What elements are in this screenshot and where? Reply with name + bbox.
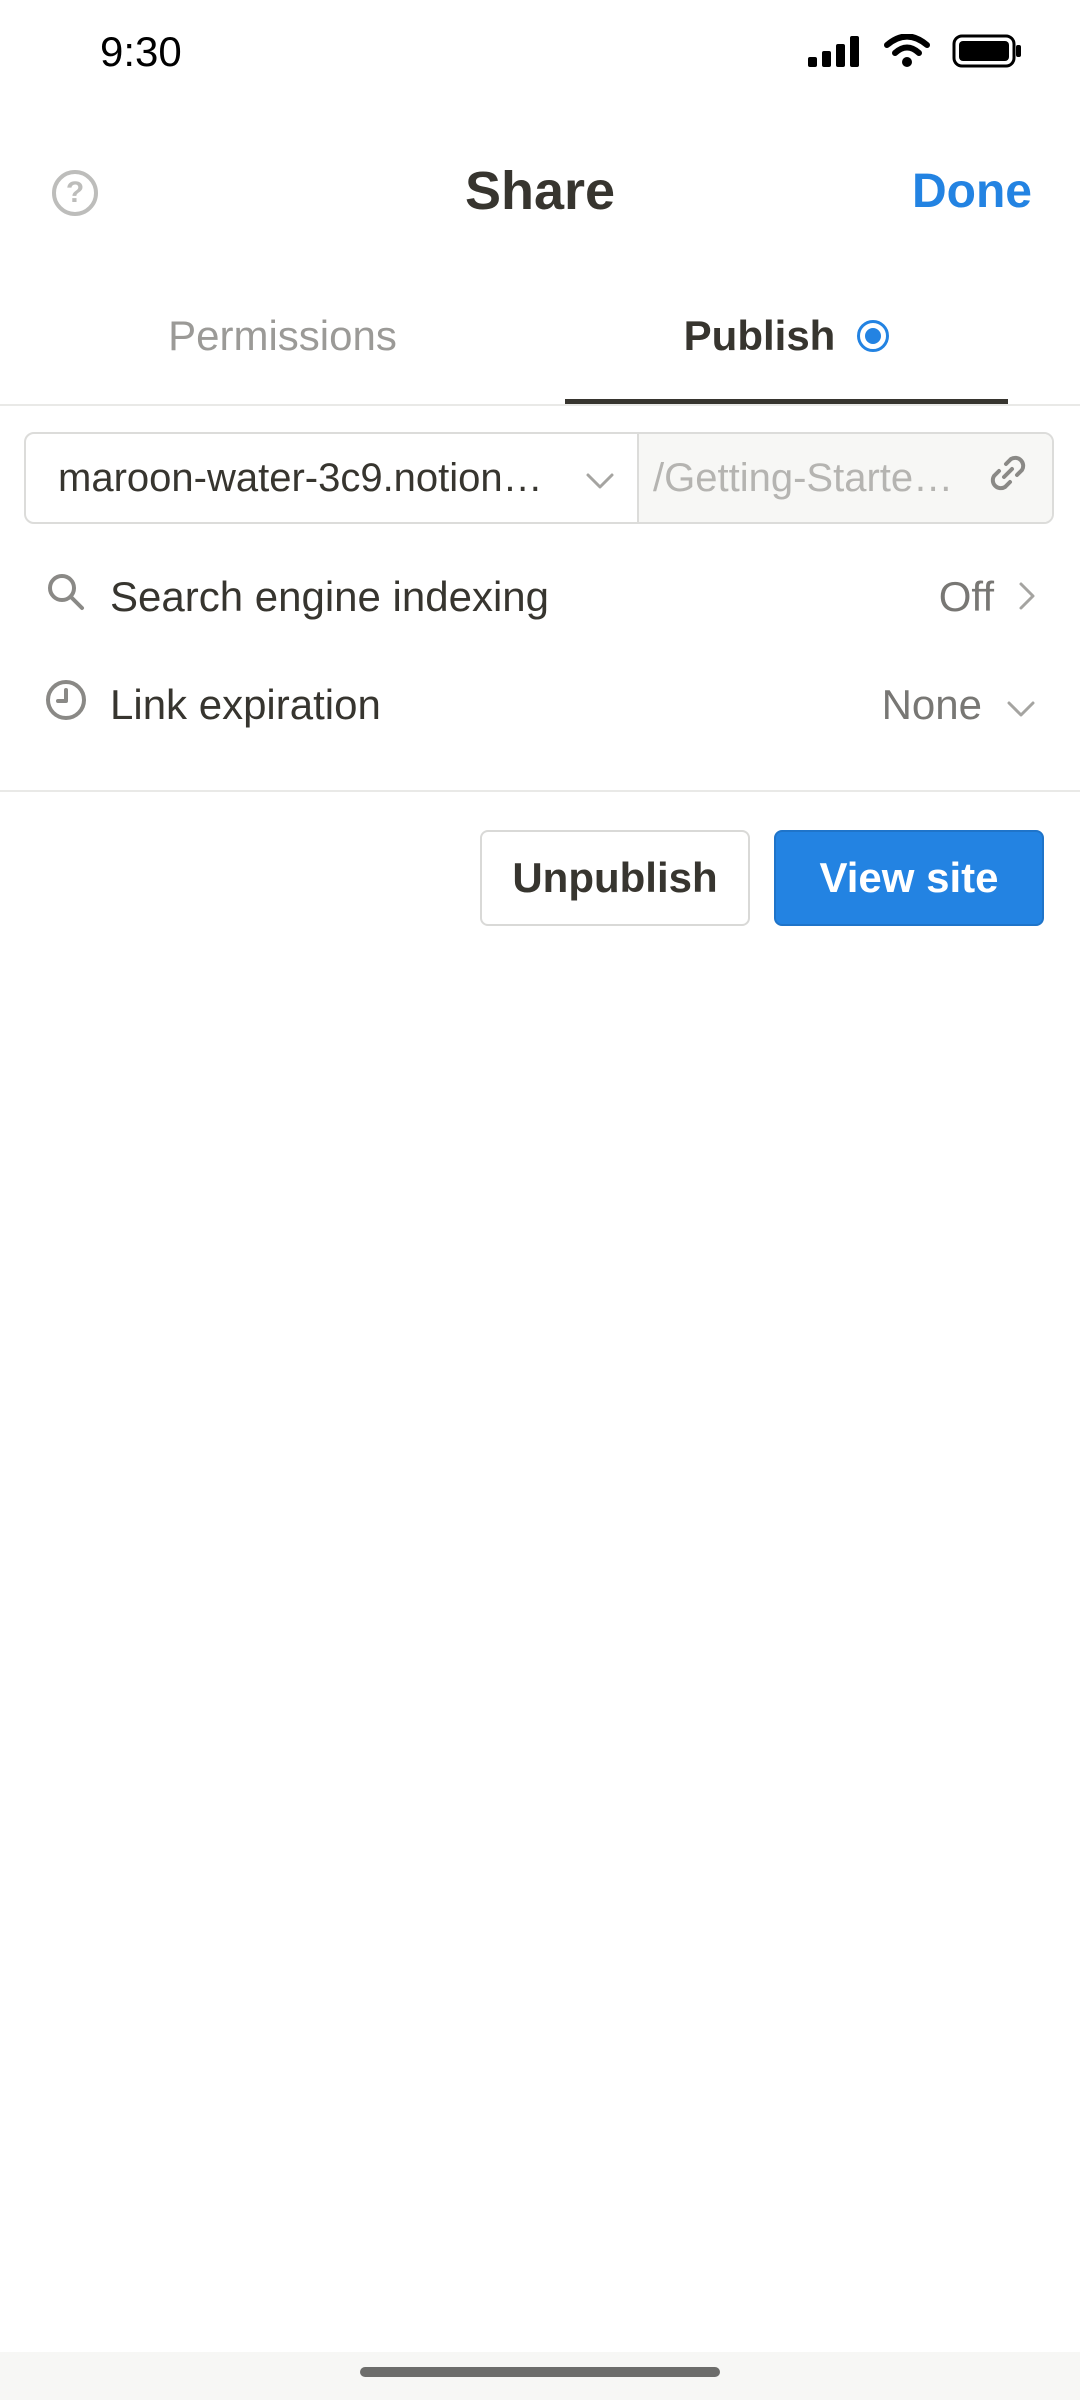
path-field[interactable]: /Getting-Starte… (639, 434, 1052, 522)
search-indexing-label: Search engine indexing (110, 573, 549, 620)
published-indicator-icon (857, 320, 890, 352)
status-icons (808, 33, 1022, 73)
unpublish-button[interactable]: Unpublish (480, 830, 750, 926)
publish-url: maroon-water-3c9.notion… /Getting-Starte… (24, 432, 1054, 524)
copy-link-icon[interactable] (986, 451, 1030, 505)
home-indicator[interactable] (360, 2367, 720, 2377)
domain-select[interactable]: maroon-water-3c9.notion… (26, 434, 639, 522)
section-divider (0, 790, 1080, 792)
link-expiration-value: None (881, 681, 982, 728)
link-expiration-row[interactable]: Link expiration None (44, 660, 1036, 750)
tab-permissions[interactable]: Permissions (0, 312, 565, 360)
domain-text: maroon-water-3c9.notion… (58, 455, 543, 500)
chevron-down-icon (585, 456, 615, 501)
tab-divider (0, 404, 1080, 406)
chevron-right-icon (1018, 573, 1036, 621)
view-site-button[interactable]: View site (774, 830, 1044, 926)
search-indexing-value: Off (938, 573, 994, 620)
status-time: 9:30 (100, 28, 182, 75)
tab-publish[interactable]: Publish (565, 312, 1008, 360)
battery-icon (952, 34, 1022, 73)
chevron-down-icon (1006, 681, 1036, 729)
path-text: /Getting-Starte… (653, 455, 954, 500)
search-indexing-row[interactable]: Search engine indexing Off (44, 552, 1036, 642)
wifi-icon (884, 33, 930, 73)
signal-icon (808, 35, 862, 72)
done-button[interactable]: Done (912, 164, 1032, 219)
clock-icon (44, 678, 88, 732)
tab-permissions-label: Permissions (168, 312, 397, 359)
link-expiration-label: Link expiration (110, 681, 381, 728)
search-icon (44, 570, 88, 624)
tab-publish-label: Publish (683, 312, 836, 359)
